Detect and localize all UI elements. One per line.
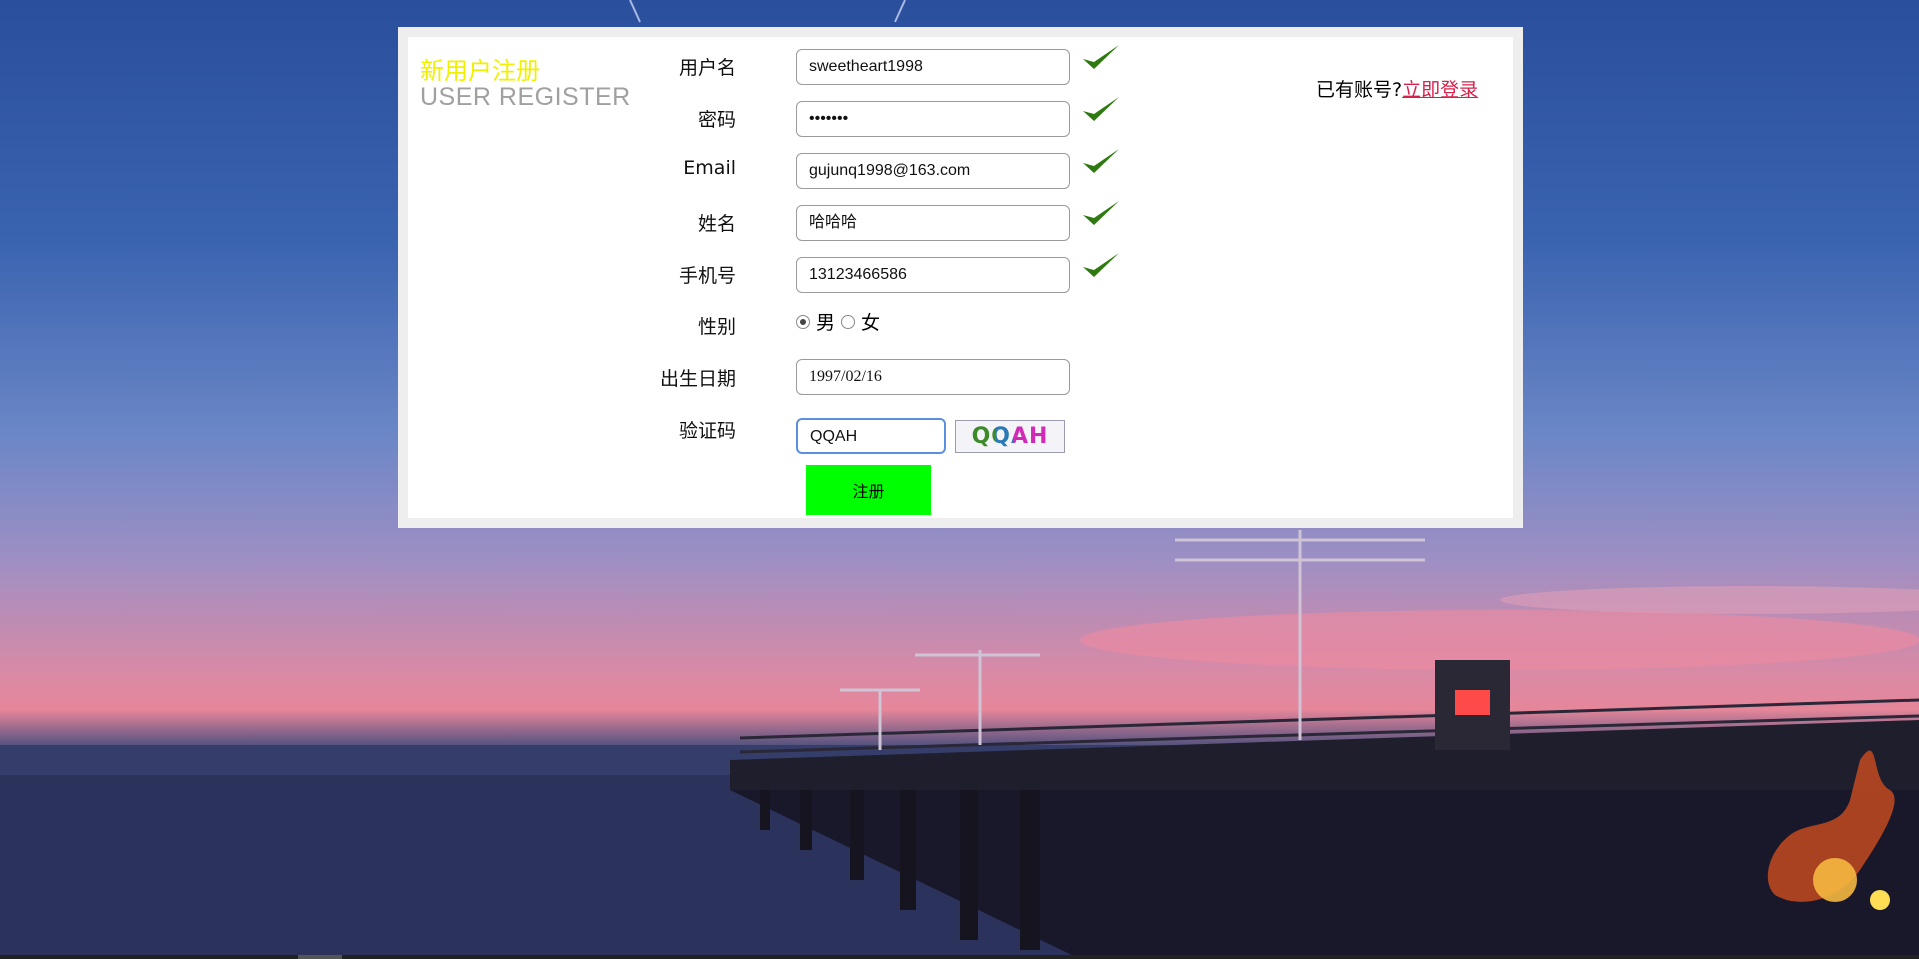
login-link[interactable]: 立即登录 [1402, 79, 1478, 101]
name-input[interactable]: 哈哈哈 [796, 205, 1070, 241]
checkmark-icon [1083, 45, 1119, 69]
register-button[interactable]: 注册 [806, 465, 931, 515]
captcha-image[interactable]: QQAH [955, 420, 1065, 453]
username-label: 用户名 [678, 57, 736, 79]
checkmark-icon [1083, 149, 1119, 173]
gender-female-label: 女 [861, 312, 881, 334]
email-label: Email [683, 157, 736, 179]
gender-male-radio[interactable] [796, 314, 810, 329]
birthdate-label: 出生日期 [659, 368, 736, 390]
gender-female-radio[interactable] [841, 314, 856, 329]
phone-label: 手机号 [678, 265, 736, 287]
gender-male-label: 男 [816, 312, 836, 334]
horizontal-scrollbar[interactable] [0, 955, 1919, 959]
email-input[interactable]: gujunq1998@163.com [796, 153, 1070, 189]
scrollbar-thumb[interactable] [298, 955, 342, 959]
login-prompt-text: 已有账号? [1316, 79, 1403, 101]
username-input[interactable]: sweetheart1998 [796, 49, 1070, 85]
gender-label: 性别 [697, 316, 736, 338]
password-label: 密码 [697, 109, 736, 131]
phone-input[interactable]: 13123466586 [796, 257, 1070, 293]
login-prompt: 已有账号?立即登录 [1316, 75, 1478, 102]
checkmark-icon [1083, 253, 1119, 277]
captcha-input[interactable]: QQAH [796, 418, 946, 454]
password-input[interactable]: ••••••• [796, 101, 1070, 137]
captcha-image-text: QQAH [971, 424, 1049, 449]
checkmark-icon [1083, 201, 1119, 225]
register-form-container: 新用户注册 USER REGISTER 已有账号?立即登录 用户名 sweeth… [408, 37, 1513, 518]
captcha-label: 验证码 [678, 420, 736, 442]
checkmark-icon [1083, 97, 1119, 121]
birthdate-input[interactable]: 1997/02/16 [796, 359, 1070, 395]
gender-radio-group: 男 女 [796, 308, 880, 335]
title-chinese: 新用户注册 [420, 57, 540, 85]
name-label: 姓名 [697, 213, 736, 235]
register-panel: 新用户注册 USER REGISTER 已有账号?立即登录 用户名 sweeth… [398, 27, 1523, 528]
